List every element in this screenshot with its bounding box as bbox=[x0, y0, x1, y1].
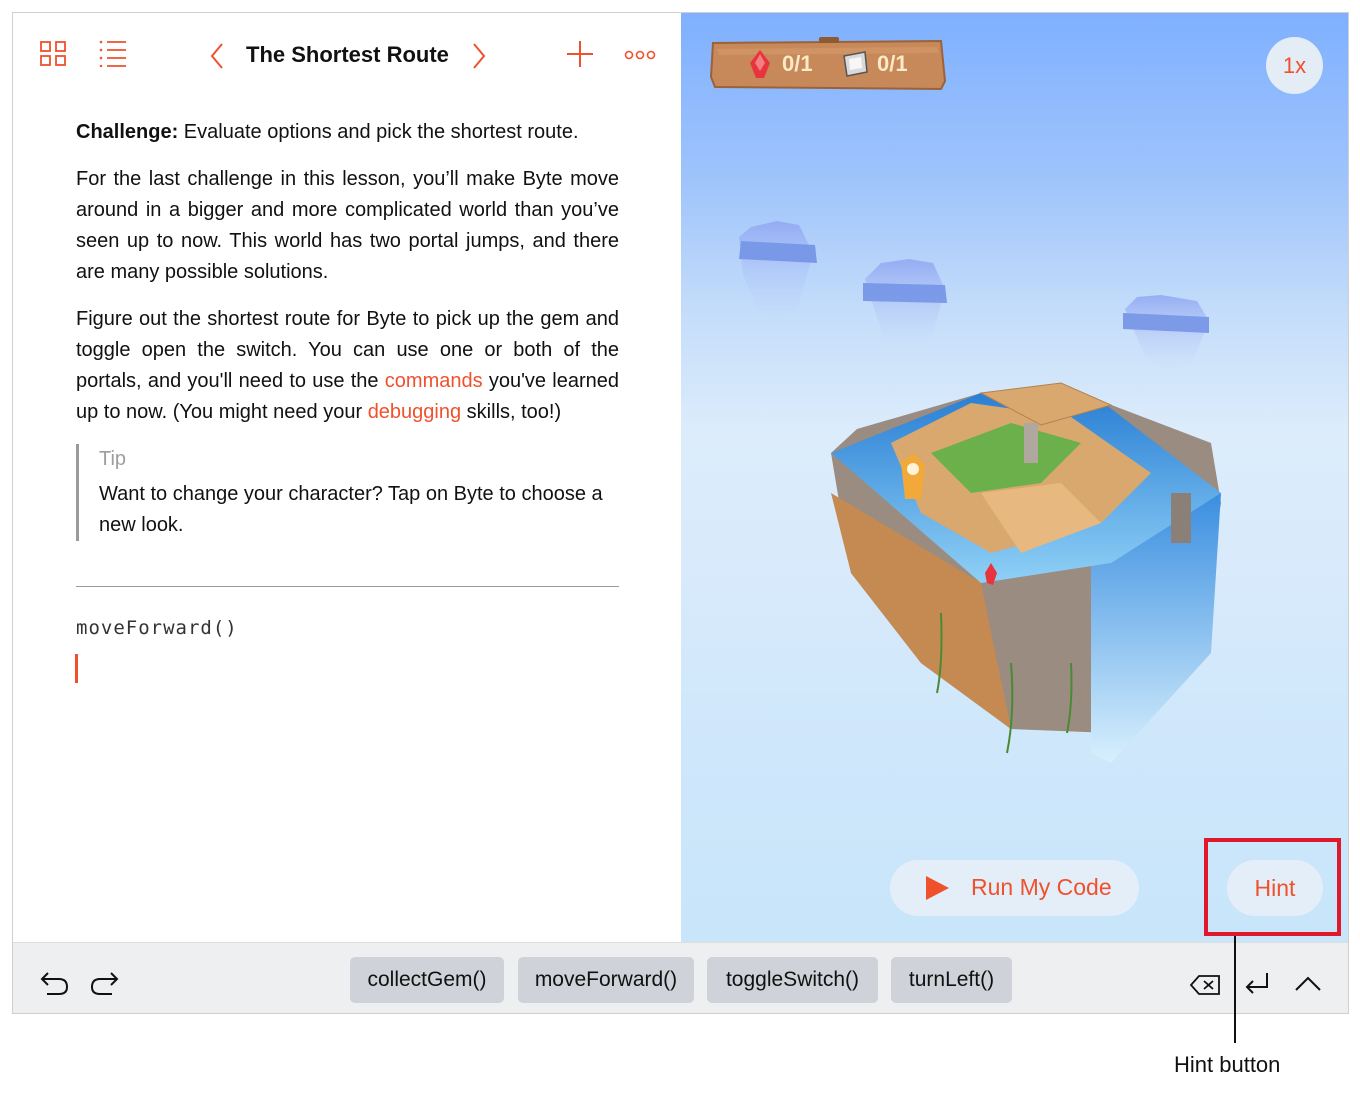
grid-icon[interactable] bbox=[39, 39, 67, 72]
gem-icon bbox=[749, 49, 771, 84]
list-icon[interactable] bbox=[98, 39, 128, 72]
hint-highlight-box bbox=[1204, 838, 1341, 936]
instructions-pane: The Shortest Route Challenge: Evaluate o… bbox=[13, 13, 681, 942]
task-paragraph: Figure out the shortest route for Byte t… bbox=[76, 304, 619, 428]
chevron-up-icon[interactable] bbox=[1294, 975, 1322, 998]
challenge-label: Challenge: bbox=[76, 121, 179, 143]
chevron-left-icon[interactable] bbox=[208, 41, 226, 76]
shortcut-turn-left[interactable]: turnLeft() bbox=[891, 957, 1012, 1003]
shortcut-toggle-switch[interactable]: toggleSwitch() bbox=[707, 957, 878, 1003]
challenge-text: Evaluate options and pick the shortest r… bbox=[178, 121, 579, 143]
tip-text: Want to change your character? Tap on By… bbox=[99, 483, 603, 536]
switch-icon bbox=[841, 50, 869, 83]
run-my-code-label: Run My Code bbox=[971, 874, 1112, 900]
tip-callout: Tip Want to change your character? Tap o… bbox=[76, 444, 619, 541]
code-line[interactable]: moveForward() bbox=[76, 617, 238, 639]
shortcut-bar: collectGem() moveForward() toggleSwitch(… bbox=[13, 942, 1348, 1013]
floating-rock-1 bbox=[739, 221, 817, 323]
return-icon[interactable] bbox=[1243, 971, 1271, 1004]
playgrounds-window: The Shortest Route Challenge: Evaluate o… bbox=[12, 12, 1349, 1014]
tip-label: Tip bbox=[99, 448, 127, 470]
gem-count: 0/1 bbox=[782, 51, 813, 76]
live-view: 0/1 0/1 1x Run My Code Hint bbox=[681, 13, 1349, 942]
plus-icon[interactable] bbox=[566, 40, 594, 73]
callout-label: Hint button bbox=[1174, 1052, 1281, 1077]
navigation-bar: The Shortest Route bbox=[13, 13, 681, 97]
commands-link[interactable]: commands bbox=[385, 370, 483, 392]
redo-icon[interactable] bbox=[90, 970, 120, 1001]
shortcut-move-forward[interactable]: moveForward() bbox=[518, 957, 694, 1003]
shortcut-collect-gem[interactable]: collectGem() bbox=[350, 957, 504, 1003]
more-icon[interactable] bbox=[624, 48, 656, 66]
delete-icon[interactable] bbox=[1189, 974, 1221, 1001]
floating-rock-2 bbox=[863, 259, 947, 351]
play-icon bbox=[924, 875, 950, 906]
page-title: The Shortest Route bbox=[246, 42, 449, 67]
instructions-text: Challenge: Evaluate options and pick the… bbox=[76, 117, 619, 541]
page-title-row: The Shortest Route bbox=[208, 41, 498, 71]
intro-paragraph: For the last challenge in this lesson, y… bbox=[76, 168, 619, 283]
switch-count: 0/1 bbox=[877, 51, 908, 76]
challenge-paragraph: Challenge: Evaluate options and pick the… bbox=[76, 117, 619, 148]
chevron-right-icon[interactable] bbox=[470, 41, 488, 76]
score-board: 0/1 0/1 bbox=[709, 37, 947, 91]
task-text-3: skills, too!) bbox=[461, 401, 562, 423]
debugging-link[interactable]: debugging bbox=[368, 401, 461, 423]
speed-button[interactable]: 1x bbox=[1266, 37, 1323, 94]
divider bbox=[76, 586, 619, 587]
callout-line bbox=[1234, 936, 1236, 1043]
puzzle-world-scene[interactable] bbox=[681, 193, 1349, 793]
text-cursor bbox=[75, 654, 78, 683]
floating-rock-3 bbox=[1123, 295, 1209, 371]
undo-icon[interactable] bbox=[39, 970, 69, 1001]
run-my-code-button[interactable]: Run My Code bbox=[890, 860, 1139, 916]
